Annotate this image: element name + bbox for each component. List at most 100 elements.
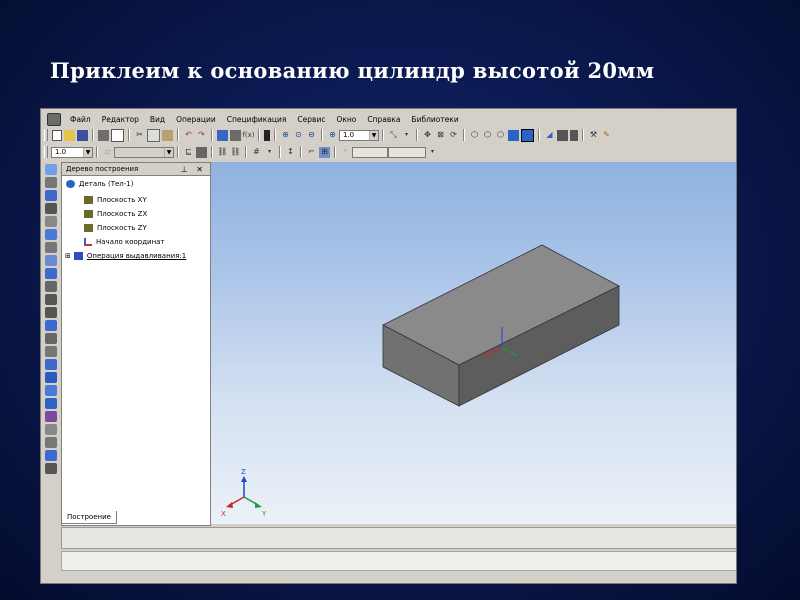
tool-hole-icon[interactable] (45, 307, 57, 318)
pencil-icon[interactable]: ✎ (601, 130, 612, 141)
redo-icon[interactable]: ↷ (196, 130, 207, 141)
chevron-down-icon[interactable]: ▾ (401, 130, 412, 141)
menu-file[interactable]: Файл (65, 115, 97, 124)
zoom-combo[interactable]: 1.0 ▼ (339, 129, 379, 141)
app-icon[interactable] (47, 112, 61, 126)
layer-icon[interactable]: ▱ (102, 147, 113, 158)
print-icon[interactable] (98, 129, 109, 141)
menu-editor[interactable]: Редактор (97, 115, 145, 124)
tab-construction[interactable]: Построение (61, 511, 117, 524)
menu-specification[interactable]: Спецификация (222, 115, 293, 124)
tree-item-origin[interactable]: Начало координат (84, 238, 165, 246)
tree-root[interactable]: Деталь (Тел-1) (66, 180, 133, 188)
open-icon[interactable] (64, 129, 75, 141)
tool-measure-icon[interactable] (45, 437, 57, 448)
tool-filter-icon[interactable] (45, 229, 57, 240)
tool-thread-icon[interactable] (45, 398, 57, 409)
chevron-down-icon[interactable]: ▾ (264, 147, 275, 158)
tool-plane-icon[interactable] (45, 190, 57, 201)
new-icon[interactable] (52, 129, 62, 141)
hidden-lines-icon[interactable]: ⬡ (482, 130, 493, 141)
library-icon[interactable] (230, 129, 241, 141)
rotate-icon[interactable]: ⟳ (448, 130, 459, 141)
menu-service[interactable]: Сервис (292, 115, 331, 124)
wireframe-icon[interactable]: ⬡ (469, 130, 480, 141)
shade-icon[interactable] (508, 129, 519, 141)
tool-spec-icon[interactable] (45, 242, 57, 253)
coord-field[interactable] (352, 146, 388, 158)
tool-sheet-icon[interactable] (45, 294, 57, 305)
chevron-down-icon[interactable]: ▼ (164, 147, 173, 157)
chevron-down-icon[interactable]: ▼ (83, 147, 92, 157)
tree-item-plane-zx[interactable]: Плоскость ZX (84, 210, 147, 218)
coord-icon[interactable]: ⁺ (340, 147, 351, 158)
tool-angle-icon[interactable] (45, 216, 57, 227)
manager-icon[interactable] (217, 129, 228, 141)
toolbar-grip[interactable] (44, 146, 48, 158)
preview-icon[interactable] (111, 128, 124, 142)
coord-field-2[interactable] (388, 146, 426, 158)
tool-fillet-icon[interactable] (45, 320, 57, 331)
section-icon[interactable] (557, 129, 568, 141)
undo-icon[interactable]: ↶ (183, 130, 194, 141)
style-combo[interactable]: ▼ (114, 146, 174, 158)
solid-icon[interactable] (196, 146, 207, 158)
local-cs-icon[interactable]: ⌐ (306, 147, 317, 158)
tool-insert-icon[interactable] (45, 424, 57, 435)
perspective-icon[interactable]: ◢ (544, 130, 555, 141)
tools-icon[interactable]: ⚒ (588, 130, 599, 141)
move-icon[interactable]: ✥ (422, 130, 433, 141)
tool-rib-icon[interactable] (45, 359, 57, 370)
thin-lines-icon[interactable]: ⬡ (495, 130, 506, 141)
save-icon[interactable] (77, 129, 88, 141)
tool-array-icon[interactable] (45, 372, 57, 383)
tree-item-plane-xy[interactable]: Плоскость XY (84, 196, 147, 204)
zoom-scale-icon[interactable]: ⊕ (327, 130, 338, 141)
tool-dimension-icon[interactable] (45, 203, 57, 214)
tool-sweep-icon[interactable] (45, 281, 57, 292)
sketch-icon[interactable]: ⊑ (183, 147, 194, 158)
paste-icon[interactable] (162, 129, 173, 141)
menu-libraries[interactable]: Библиотеки (406, 115, 464, 124)
cut-icon[interactable]: ✂ (134, 130, 145, 141)
toolbar-separator (382, 129, 384, 141)
zoom-window-icon[interactable]: ⊙ (293, 130, 304, 141)
step-combo[interactable]: 1.0 ▼ (51, 146, 93, 158)
tool-shell-icon[interactable] (45, 346, 57, 357)
tool-library-icon[interactable] (45, 450, 57, 461)
shade-edges-icon[interactable] (521, 128, 534, 142)
tool-cut-icon[interactable] (45, 411, 57, 422)
expand-icon[interactable]: ⊞ (65, 252, 71, 260)
toolbar-grip[interactable] (44, 129, 48, 141)
tool-report-icon[interactable] (45, 255, 57, 266)
help-pointer-icon[interactable] (264, 129, 270, 141)
tool-surface-icon[interactable] (45, 268, 57, 279)
model-viewport[interactable]: Z X Y (211, 162, 736, 524)
chevron-down-icon[interactable]: ▾ (427, 147, 438, 158)
orient-icon[interactable]: ⤡ (388, 130, 399, 141)
zoom-out-icon[interactable]: ⊖ (306, 130, 317, 141)
orthogonal-icon[interactable]: ⊞ (319, 146, 330, 158)
menu-view[interactable]: Вид (145, 115, 171, 124)
chevron-down-icon[interactable]: ▼ (369, 130, 378, 140)
zoom-box-icon[interactable]: ⊠ (435, 130, 446, 141)
link-icon[interactable]: ⛓ (217, 147, 228, 158)
variables-icon[interactable]: f(x) (242, 130, 254, 141)
tool-select-icon[interactable] (45, 164, 57, 175)
zoom-in-icon[interactable]: ⊕ (280, 130, 291, 141)
menu-window[interactable]: Окно (331, 115, 362, 124)
cursor-icon[interactable] (570, 129, 578, 141)
tool-chamfer-icon[interactable] (45, 333, 57, 344)
tool-extra-icon[interactable] (45, 463, 57, 474)
axes-icon[interactable]: ↕ (285, 147, 296, 158)
tree-item-extrusion[interactable]: ⊞ Операция выдавливания:1 (65, 252, 186, 260)
tool-mirror-icon[interactable] (45, 385, 57, 396)
tree-header-buttons[interactable]: ⊥ ✕ (181, 165, 206, 174)
tool-curve-icon[interactable] (45, 177, 57, 188)
copy-icon[interactable] (147, 128, 160, 142)
grid-icon[interactable]: # (251, 147, 262, 158)
menu-operations[interactable]: Операции (171, 115, 222, 124)
measure-icon[interactable]: ⛓ (230, 147, 241, 158)
tree-item-plane-zy[interactable]: Плоскость ZY (84, 224, 147, 232)
menu-help[interactable]: Справка (362, 115, 406, 124)
